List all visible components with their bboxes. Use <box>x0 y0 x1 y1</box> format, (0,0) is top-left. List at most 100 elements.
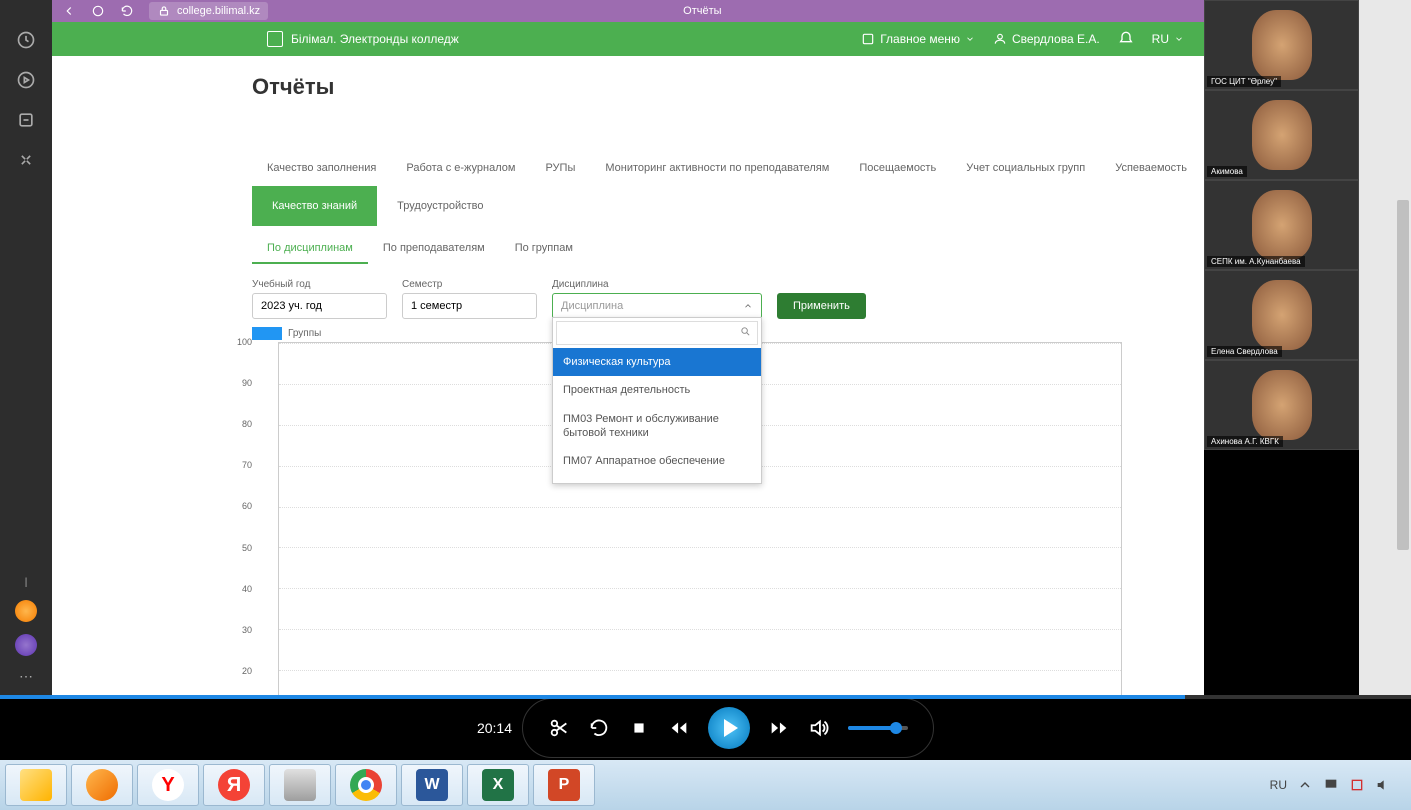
semester-select[interactable]: 1 семестр <box>402 293 537 319</box>
loop-icon[interactable] <box>588 717 610 739</box>
report-tab-top[interactable]: Работа с е-журналом <box>391 150 530 186</box>
rewind-icon[interactable] <box>668 717 690 739</box>
play-button[interactable] <box>708 707 750 749</box>
logo-icon <box>267 31 283 47</box>
taskbar-excel[interactable]: X <box>467 764 529 806</box>
side-dock: | ⋯ <box>0 0 52 695</box>
year-select[interactable]: 2023 уч. год <box>252 293 387 319</box>
more-icon[interactable]: ⋯ <box>19 668 33 685</box>
menu-icon <box>861 32 875 46</box>
report-tab-top[interactable]: РУПы <box>530 150 590 186</box>
y-tick-label: 80 <box>242 419 252 429</box>
history-icon[interactable] <box>16 30 36 50</box>
video-participant[interactable]: Ахинова А.Г. КВГК <box>1204 360 1359 450</box>
report-tab-top[interactable]: Посещаемость <box>844 150 951 186</box>
media-player-bar: 20:14 <box>0 695 1411 760</box>
report-subtab[interactable]: По преподавателям <box>368 234 500 264</box>
discipline-label: Дисциплина <box>552 279 762 290</box>
report-tab-top[interactable]: Успеваемость <box>1100 150 1202 186</box>
apply-button[interactable]: Применить <box>777 293 866 319</box>
video-participant[interactable]: Акимова <box>1204 90 1359 180</box>
report-tab-top[interactable]: Качество заполнения <box>252 150 391 186</box>
volume-slider[interactable] <box>848 726 908 730</box>
back-icon[interactable] <box>62 4 76 18</box>
y-tick-label: 60 <box>242 501 252 511</box>
taskbar-explorer[interactable] <box>5 764 67 806</box>
url-text: college.bilimal.kz <box>177 5 260 17</box>
taskbar-chrome[interactable] <box>335 764 397 806</box>
tray-lang[interactable]: RU <box>1270 778 1287 792</box>
taskbar-powerpoint[interactable]: P <box>533 764 595 806</box>
taskbar: Y Я W X P RU <box>0 760 1411 810</box>
tray-up-icon[interactable] <box>1297 777 1313 793</box>
stop-icon[interactable] <box>628 717 650 739</box>
app-circle-purple-icon[interactable] <box>15 634 37 656</box>
volume-icon[interactable] <box>808 717 830 739</box>
participant-label: Елена Свердлова <box>1207 346 1282 357</box>
report-tab-top[interactable]: Мониторинг активности по преподавателям <box>590 150 844 186</box>
lang-switcher[interactable]: RU <box>1152 32 1184 46</box>
player-time: 20:14 <box>477 720 512 736</box>
report-tab-main[interactable]: Качество знаний <box>252 186 377 226</box>
play-icon <box>724 719 738 737</box>
taskbar-yandex[interactable]: Y <box>137 764 199 806</box>
taskbar-media[interactable] <box>71 764 133 806</box>
reload-icon[interactable] <box>120 4 134 18</box>
report-subtab[interactable]: По дисциплинам <box>252 234 368 264</box>
video-participant[interactable]: СЕПК им. А.Кунанбаева <box>1204 180 1359 270</box>
bell-icon[interactable] <box>1118 31 1134 47</box>
y-tick-label: 50 <box>242 543 252 553</box>
play-circle-icon[interactable] <box>16 70 36 90</box>
dropdown-option[interactable]: ПМ03 Ремонт и обслуживание бытовой техни… <box>553 405 761 448</box>
video-participant[interactable]: Елена Свердлова <box>1204 270 1359 360</box>
report-subtab[interactable]: По группам <box>500 234 588 264</box>
expand-icon[interactable] <box>16 150 36 170</box>
address-bar[interactable]: college.bilimal.kz <box>149 2 268 20</box>
legend-swatch <box>252 327 282 340</box>
site-header: Білімал. Электронды колледж Главное меню… <box>52 22 1204 56</box>
user-name: Свердлова Е.А. <box>1012 32 1100 46</box>
tray-shield-icon[interactable] <box>1349 777 1365 793</box>
participant-label: ГОС ЦИТ "Өрлеу" <box>1207 76 1281 87</box>
dropdown-option[interactable]: Физическая культура <box>553 348 761 376</box>
browser-toolbar: college.bilimal.kz Отчёты <box>52 0 1204 22</box>
shield-icon[interactable] <box>91 4 105 18</box>
dropdown-option[interactable]: БМ03 Основы экономики и <box>553 475 761 483</box>
search-icon <box>740 326 751 337</box>
player-controls <box>522 698 934 758</box>
y-tick-label: 20 <box>242 666 252 676</box>
user-menu[interactable]: Свердлова Е.А. <box>993 32 1100 46</box>
filters-row: Учебный год 2023 уч. год Семестр 1 семес… <box>252 279 1204 319</box>
main-menu-link[interactable]: Главное меню <box>861 32 975 46</box>
y-tick-label: 30 <box>242 625 252 635</box>
browser-tab-title: Отчёты <box>683 5 721 17</box>
discipline-select[interactable]: Дисциплина <box>552 293 762 319</box>
dropdown-option[interactable]: Проектная деятельность <box>553 376 761 404</box>
report-tab-main[interactable]: Трудоустройство <box>377 186 503 226</box>
progress-bar[interactable] <box>0 695 1411 699</box>
y-tick-label: 70 <box>242 460 252 470</box>
system-tray: RU <box>1270 777 1406 793</box>
tray-volume-icon[interactable] <box>1375 777 1391 793</box>
forward-icon[interactable] <box>768 717 790 739</box>
taskbar-calculator[interactable] <box>269 764 331 806</box>
volume-thumb[interactable] <box>890 722 902 734</box>
dropdown-search-input[interactable] <box>556 321 758 345</box>
main-menu-label: Главное меню <box>880 32 960 46</box>
discipline-dropdown: Физическая культураПроектная деятельност… <box>552 317 762 484</box>
taskbar-word[interactable]: W <box>401 764 463 806</box>
tray-flag-icon[interactable] <box>1323 777 1339 793</box>
scrollbar-thumb[interactable] <box>1397 200 1409 550</box>
taskbar-yandex-red[interactable]: Я <box>203 764 265 806</box>
main-content: Отчёты Качество заполненияРабота с е-жур… <box>52 56 1204 695</box>
dropdown-option[interactable]: ПМ07 Аппаратное обеспечение <box>553 447 761 475</box>
chevron-down-icon <box>1174 34 1184 44</box>
download-icon[interactable] <box>16 110 36 130</box>
app-circle-orange-icon[interactable] <box>15 600 37 622</box>
site-logo[interactable]: Білімал. Электронды колледж <box>267 31 459 47</box>
report-tab-top[interactable]: Учет социальных групп <box>951 150 1100 186</box>
scissors-icon[interactable] <box>548 717 570 739</box>
user-icon <box>993 32 1007 46</box>
video-participant[interactable]: ГОС ЦИТ "Өрлеу" <box>1204 0 1359 90</box>
y-tick-label: 90 <box>242 378 252 388</box>
